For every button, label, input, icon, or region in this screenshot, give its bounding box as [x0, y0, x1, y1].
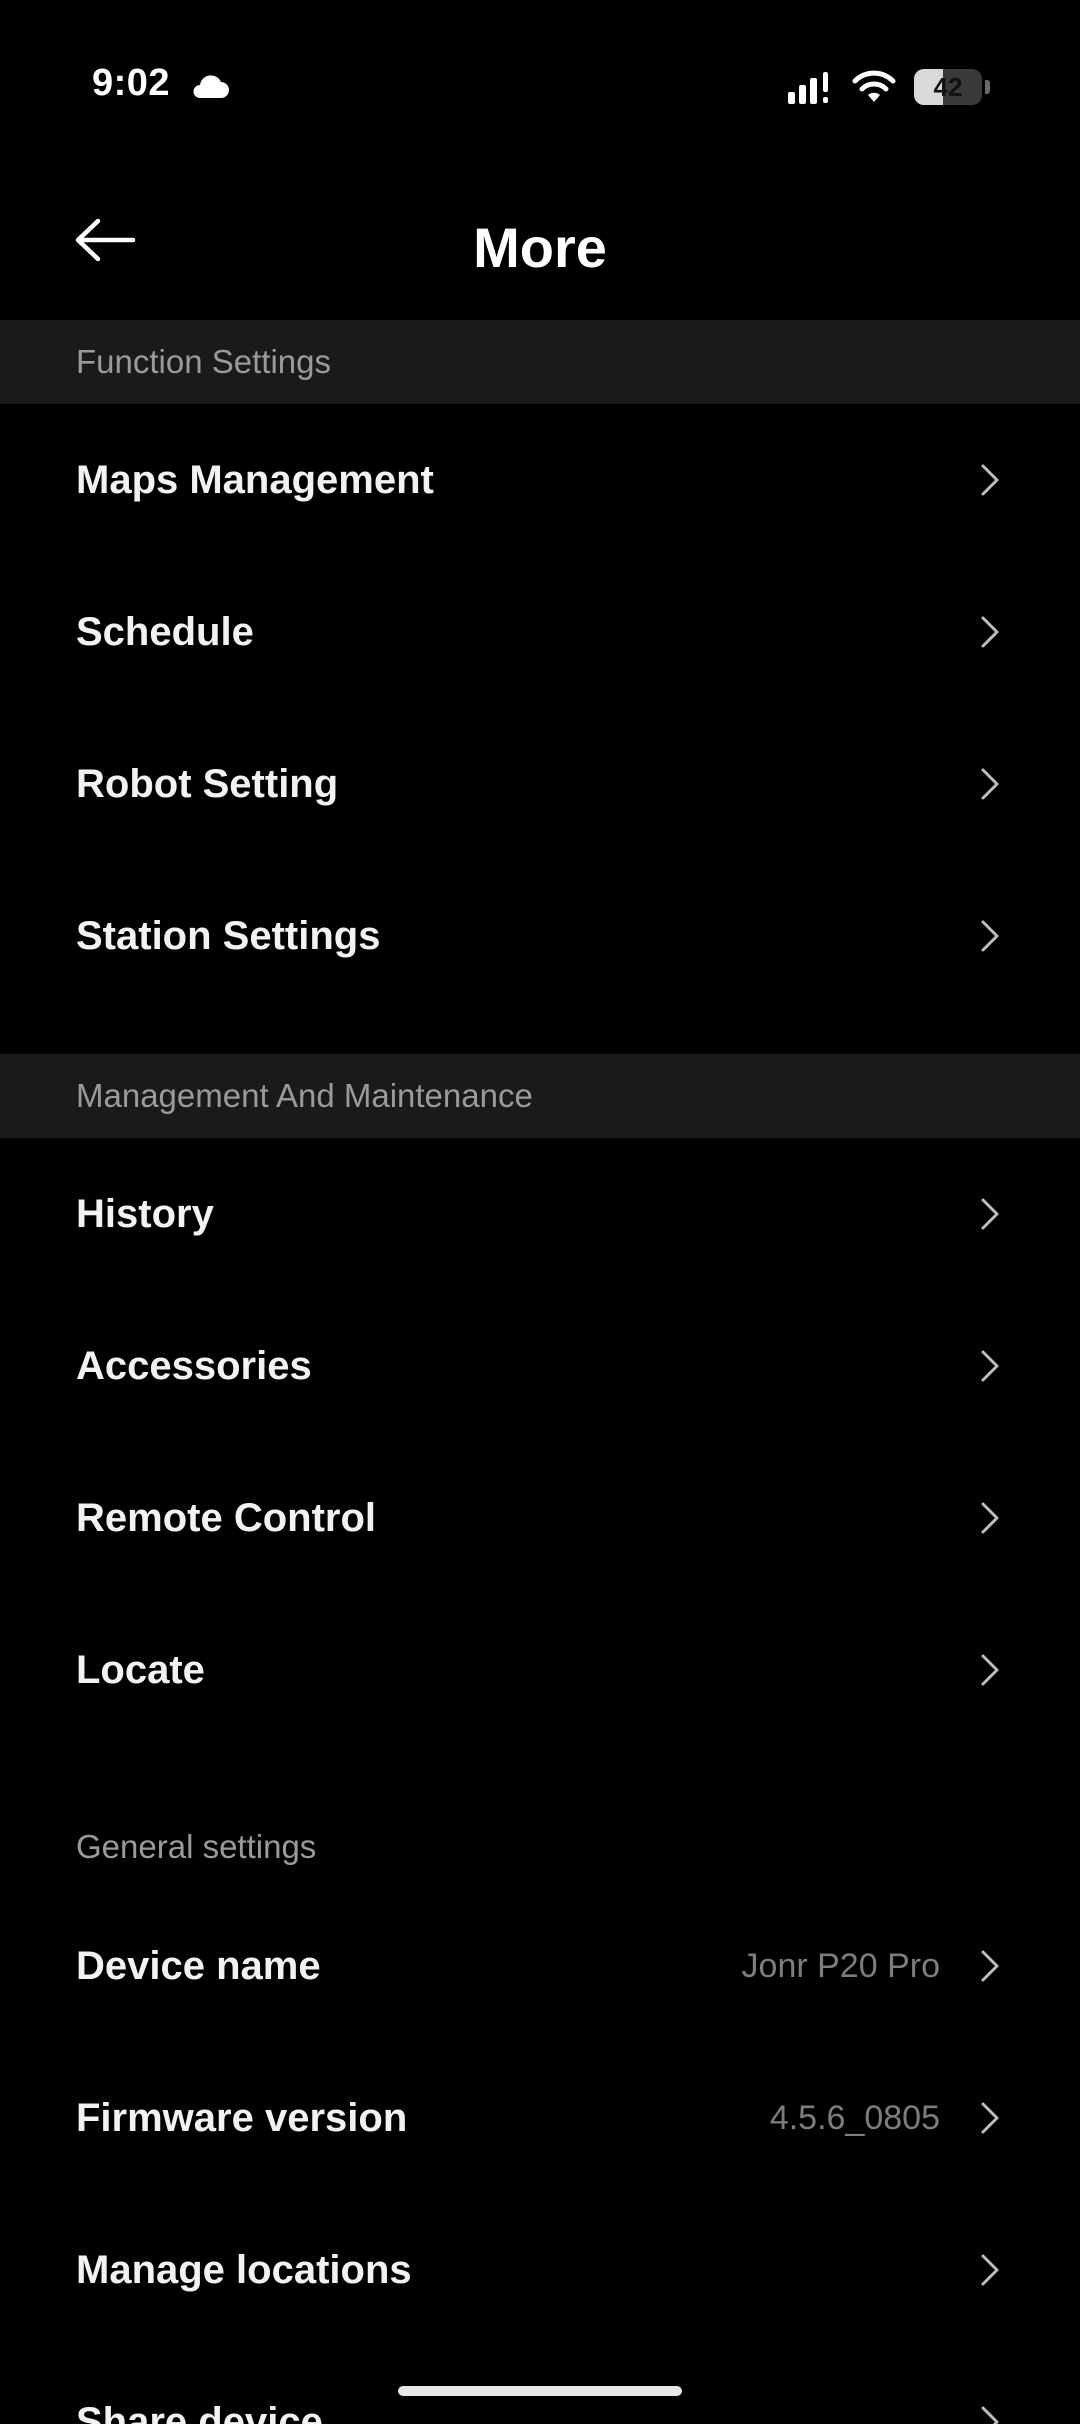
chevron-right-icon: [976, 1946, 1004, 1986]
row-manage-locations[interactable]: Manage locations: [0, 2194, 1080, 2346]
row-schedule[interactable]: Schedule: [0, 556, 1080, 708]
row-remote-control[interactable]: Remote Control: [0, 1442, 1080, 1594]
battery-cap: [985, 80, 990, 94]
firmware-version-value: 4.5.6_0805: [769, 2098, 940, 2137]
row-label: Accessories: [76, 1343, 312, 1388]
wifi-icon: [852, 70, 896, 102]
section-header-general-settings: General settings: [76, 1828, 317, 1865]
row-station-settings[interactable]: Station Settings: [0, 860, 1080, 1012]
row-label: Device name: [76, 1943, 321, 1988]
row-label: Maps Management: [76, 457, 434, 502]
status-icons: 42: [788, 62, 990, 112]
chevron-right-icon: [976, 1346, 1004, 1386]
battery-icon: 42: [914, 69, 990, 105]
status-bar: 9:02 42: [0, 0, 1080, 175]
row-device-name[interactable]: Device name Jonr P20 Pro: [0, 1890, 1080, 2042]
row-label: Robot Setting: [76, 761, 339, 806]
row-robot-setting[interactable]: Robot Setting: [0, 708, 1080, 860]
row-label: Firmware version: [76, 2095, 408, 2140]
row-label: Remote Control: [76, 1495, 376, 1540]
home-indicator[interactable]: [398, 2386, 682, 2396]
row-label: Manage locations: [76, 2247, 412, 2292]
row-history[interactable]: History: [0, 1138, 1080, 1290]
row-label: Station Settings: [76, 913, 381, 958]
row-label: Schedule: [76, 609, 254, 654]
row-label: Locate: [76, 1647, 205, 1692]
status-time: 9:02: [92, 62, 171, 104]
row-locate[interactable]: Locate: [0, 1594, 1080, 1746]
battery-body: 42: [914, 69, 982, 105]
settings-list: Function Settings Maps Management Schedu…: [0, 320, 1080, 2424]
chevron-right-icon: [976, 460, 1004, 500]
chevron-right-icon: [976, 1650, 1004, 1690]
chevron-right-icon: [976, 916, 1004, 956]
row-accessories[interactable]: Accessories: [0, 1290, 1080, 1442]
section-header-management-and-maintenance: Management And Maintenance: [0, 1054, 1080, 1138]
chevron-right-icon: [976, 2250, 1004, 2290]
screen: 9:02 42 More Function Settings Maps Mana…: [0, 0, 1080, 2424]
chevron-right-icon: [976, 2402, 1004, 2424]
page-title: More: [473, 216, 607, 279]
cloud-icon: [193, 75, 229, 98]
row-share-device[interactable]: Share device: [0, 2346, 1080, 2424]
signal-icon: [788, 72, 828, 104]
row-firmware-version[interactable]: Firmware version 4.5.6_0805: [0, 2042, 1080, 2194]
row-label: Share device: [76, 2399, 323, 2424]
chevron-right-icon: [976, 1498, 1004, 1538]
device-name-value: Jonr P20 Pro: [741, 1946, 940, 1985]
chevron-right-icon: [976, 1194, 1004, 1234]
section-header-function-settings: Function Settings: [0, 320, 1080, 404]
header: More: [0, 175, 1080, 320]
row-maps-management[interactable]: Maps Management: [0, 404, 1080, 556]
battery-level: 42: [933, 71, 963, 102]
chevron-right-icon: [976, 2098, 1004, 2138]
chevron-right-icon: [976, 764, 1004, 804]
chevron-right-icon: [976, 612, 1004, 652]
row-label: History: [76, 1191, 214, 1236]
